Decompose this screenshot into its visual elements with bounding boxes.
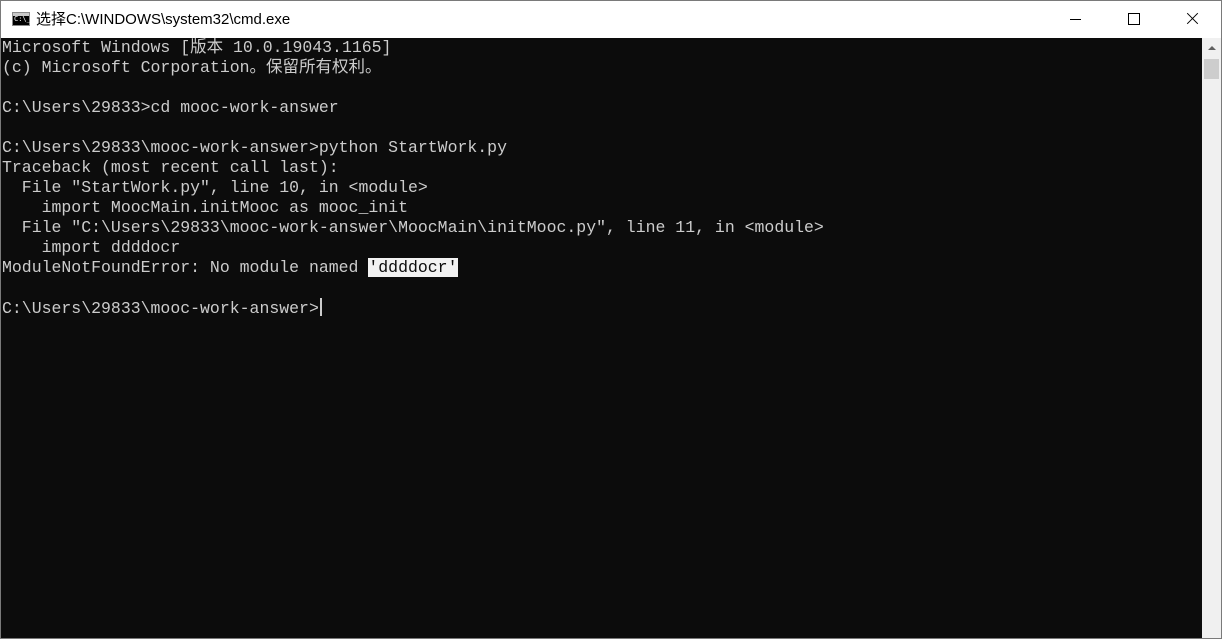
- close-button[interactable]: [1163, 1, 1221, 38]
- console-line[interactable]: import ddddocr: [2, 238, 181, 258]
- console-output[interactable]: Microsoft Windows [版本 10.0.19043.1165] (…: [1, 38, 1202, 638]
- window-title: 选择C:\WINDOWS\system32\cmd.exe: [36, 11, 291, 28]
- console-line[interactable]: (c) Microsoft Corporation。保留所有权利。: [2, 58, 382, 78]
- minimize-button[interactable]: [1047, 1, 1105, 38]
- cmd-window: 选择C:\WINDOWS\system32\cmd.exe Microsoft …: [0, 0, 1222, 639]
- scroll-up-arrow-icon[interactable]: [1202, 38, 1221, 57]
- selected-text[interactable]: 'ddddocr': [368, 258, 458, 277]
- text-cursor: [319, 298, 322, 316]
- scrollbar-thumb[interactable]: [1204, 59, 1219, 79]
- console-line[interactable]: Microsoft Windows [版本 10.0.19043.1165]: [2, 38, 391, 58]
- title-bar[interactable]: 选择C:\WINDOWS\system32\cmd.exe: [1, 1, 1221, 38]
- error-message: ModuleNotFoundError: No module named: [2, 258, 369, 277]
- console-line[interactable]: File "C:\Users\29833\mooc-work-answer\Mo…: [2, 218, 824, 238]
- command-prompt: C:\Users\29833\mooc-work-answer>: [2, 299, 319, 318]
- console-line[interactable]: C:\Users\29833\mooc-work-answer>python S…: [2, 138, 507, 158]
- maximize-icon: [1128, 13, 1140, 25]
- vertical-scrollbar[interactable]: [1202, 38, 1221, 638]
- console-line[interactable]: File "StartWork.py", line 10, in <module…: [2, 178, 428, 198]
- error-line[interactable]: ModuleNotFoundError: No module named 'dd…: [2, 258, 458, 278]
- maximize-button[interactable]: [1105, 1, 1163, 38]
- minimize-icon: [1070, 19, 1081, 20]
- cmd-console-icon[interactable]: [12, 12, 31, 26]
- console-line[interactable]: C:\Users\29833>cd mooc-work-answer: [2, 98, 339, 118]
- prompt-line[interactable]: C:\Users\29833\mooc-work-answer>: [2, 298, 322, 318]
- close-icon: [1186, 13, 1198, 25]
- console-line[interactable]: import MoocMain.initMooc as mooc_init: [2, 198, 408, 218]
- console-line[interactable]: Traceback (most recent call last):: [2, 158, 339, 178]
